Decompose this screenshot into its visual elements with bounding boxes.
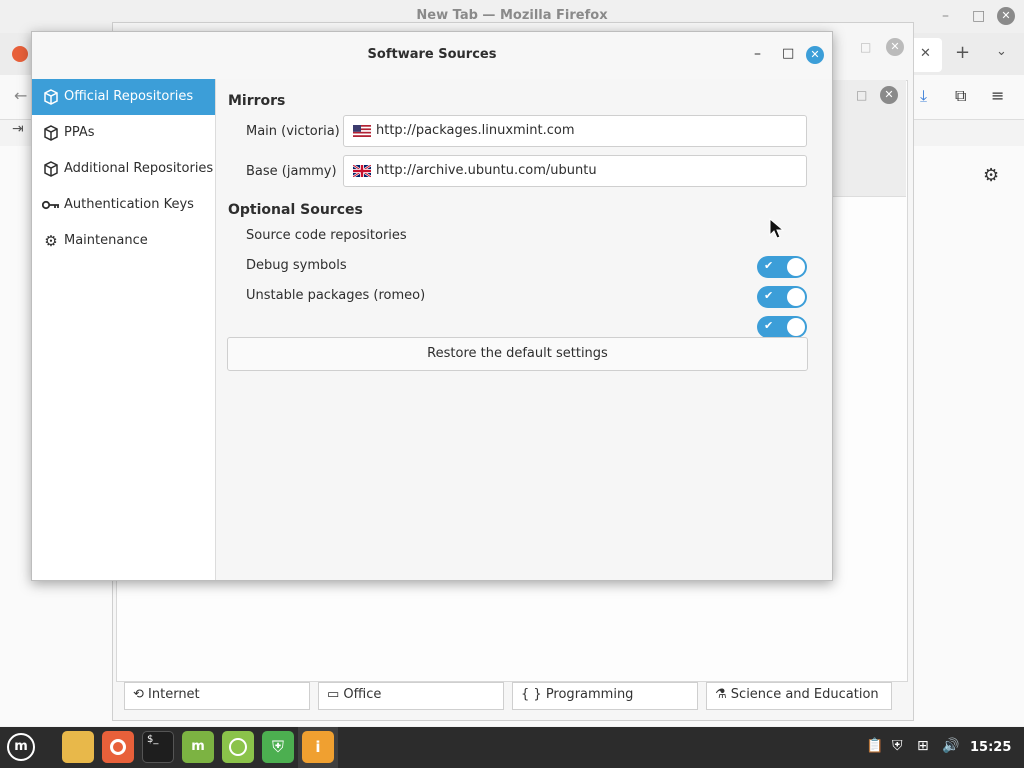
clock[interactable]: 15:25 — [970, 740, 1011, 755]
sidebar-item-ppas[interactable]: PPAs — [32, 115, 215, 151]
sm-maximize-icon[interactable]: □ — [856, 88, 867, 102]
programming-icon: { } — [521, 687, 546, 702]
source-code-label: Source code repositories — [246, 228, 407, 243]
extensions-icon[interactable]: ⧉ — [955, 86, 966, 106]
update-manager-icon[interactable]: m — [182, 731, 214, 763]
package-icon — [42, 79, 60, 115]
firefox-logo-icon — [12, 46, 28, 62]
base-mirror-button[interactable]: http://archive.ubuntu.com/ubuntu — [343, 155, 807, 187]
us-flag-icon — [353, 125, 371, 137]
sidebar-item-additional-repositories[interactable]: Additional Repositories — [32, 151, 215, 187]
sidebar-item-authentication-keys[interactable]: Authentication Keys — [32, 187, 215, 223]
terminal-icon[interactable]: $_ — [142, 731, 174, 763]
firefox-close-icon[interactable]: ✕ — [997, 7, 1015, 25]
maximize-icon[interactable]: □ — [782, 46, 794, 61]
sidebar-item-official-repositories[interactable]: Official Repositories — [32, 79, 215, 115]
unstable-packages-toggle[interactable]: ✔ — [757, 316, 807, 338]
software-sources-taskbar-icon[interactable]: i — [302, 731, 334, 763]
mirrors-heading: Mirrors — [228, 93, 286, 109]
category-programming[interactable]: { } Programming — [512, 682, 698, 710]
volume-icon[interactable]: 🔊 — [942, 738, 959, 754]
optional-sources-heading: Optional Sources — [228, 202, 363, 218]
network-icon[interactable]: ⊞ — [917, 738, 929, 754]
gear-icon: ⚙ — [44, 232, 58, 250]
check-icon: ✔ — [764, 259, 774, 272]
check-icon: ✔ — [764, 319, 774, 332]
sidebar: Official Repositories PPAs Additional Re… — [32, 79, 216, 580]
firefox-new-tab-icon[interactable]: + — [955, 42, 970, 63]
source-code-toggle[interactable]: ✔ — [757, 256, 807, 278]
unstable-packages-label: Unstable packages (romeo) — [246, 288, 426, 303]
software-manager-icon[interactable] — [222, 731, 254, 763]
menu-icon[interactable]: ≡ — [991, 86, 1004, 105]
firefox-tab-list-icon[interactable]: ⌄ — [996, 44, 1007, 59]
category-science-education[interactable]: ⚗ Science and Education — [706, 682, 892, 710]
firefox-maximize-icon[interactable]: □ — [972, 8, 985, 24]
office-icon: ▭ — [327, 687, 344, 702]
check-icon: ✔ — [764, 289, 774, 302]
firefox-tab-close-icon[interactable]: ✕ — [920, 46, 931, 61]
sidebar-item-maintenance[interactable]: ⚙ Maintenance — [32, 223, 215, 259]
internet-icon: ⟲ — [133, 687, 149, 702]
base-mirror-label: Base (jammy) — [246, 164, 337, 179]
package-icon — [42, 151, 60, 187]
mint-menu-icon[interactable]: m — [7, 733, 35, 761]
flask-icon: ⚗ — [715, 687, 731, 702]
main-mirror-button[interactable]: http://packages.linuxmint.com — [343, 115, 807, 147]
key-icon — [42, 187, 60, 223]
sm-window-close-icon[interactable]: ✕ — [886, 38, 904, 56]
sm-close-icon[interactable]: ✕ — [880, 86, 898, 104]
firewall-shield-icon[interactable]: ⛨ — [262, 731, 294, 763]
debug-symbols-toggle[interactable]: ✔ — [757, 286, 807, 308]
shield-alert-icon[interactable]: ⛨ — [892, 738, 903, 754]
package-icon — [42, 115, 60, 151]
software-sources-dialog: Software Sources – □ ✕ Official Reposito… — [31, 31, 833, 581]
firefox-taskbar-icon[interactable] — [102, 731, 134, 763]
category-internet[interactable]: ⟲ Internet — [124, 682, 310, 710]
uk-flag-icon — [353, 165, 371, 177]
main-panel: Mirrors Main (victoria) http://packages.… — [216, 79, 832, 580]
debug-symbols-label: Debug symbols — [246, 258, 347, 273]
main-mirror-label: Main (victoria) — [246, 124, 340, 139]
category-office[interactable]: ▭ Office — [318, 682, 504, 710]
sm-window-maximize-icon[interactable]: □ — [860, 40, 871, 54]
firefox-window-title: New Tab — Mozilla Firefox — [416, 8, 608, 23]
files-icon[interactable] — [62, 731, 94, 763]
sign-in-icon[interactable]: ⇥ — [12, 121, 24, 137]
mouse-cursor-icon — [769, 218, 785, 239]
dialog-title: Software Sources — [367, 47, 497, 62]
firefox-minimize-icon[interactable]: – — [942, 8, 949, 24]
close-icon[interactable]: ✕ — [806, 46, 824, 64]
restore-defaults-button[interactable]: Restore the default settings — [227, 337, 808, 371]
back-icon[interactable]: ← — [14, 86, 27, 105]
minimize-icon[interactable]: – — [754, 46, 761, 62]
downloads-icon[interactable]: ⤓ — [920, 86, 927, 106]
newtab-settings-gear-icon[interactable]: ⚙ — [983, 165, 999, 186]
clipboard-icon[interactable]: 📋 — [866, 738, 883, 754]
